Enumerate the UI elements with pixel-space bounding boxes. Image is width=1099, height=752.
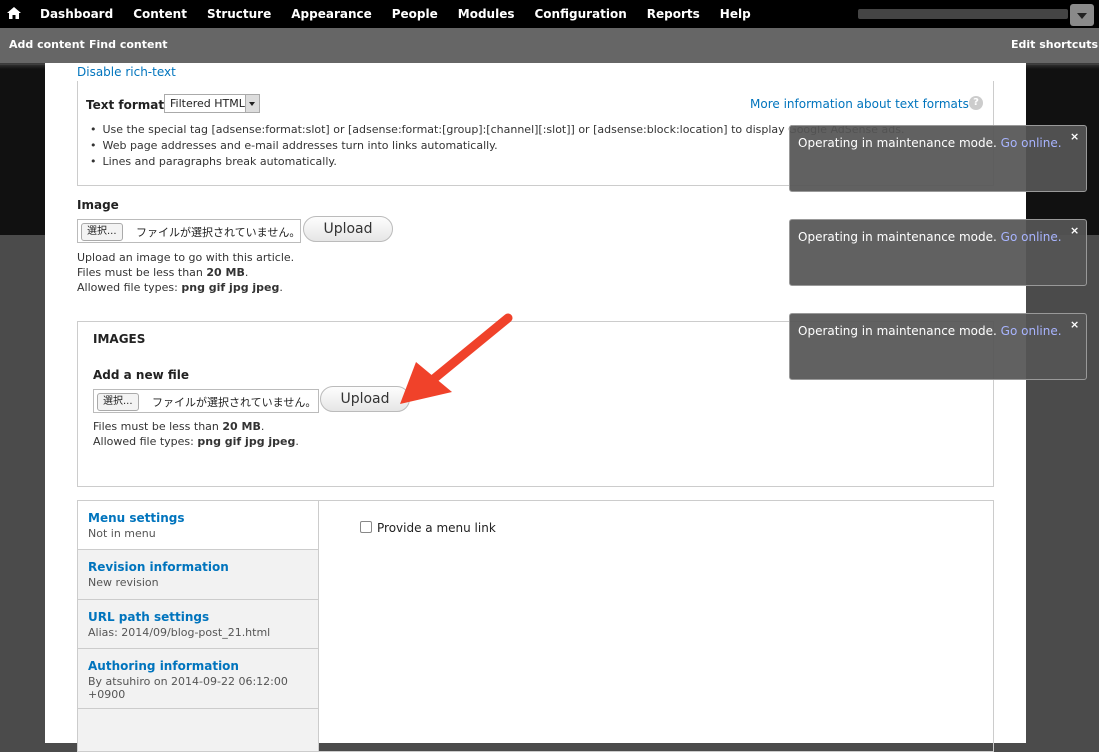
- filter-tip: Lines and paragraphs break automatically…: [90, 155, 904, 168]
- add-new-file-label: Add a new file: [93, 368, 190, 382]
- menu-appearance[interactable]: Appearance: [291, 7, 372, 21]
- go-online-link[interactable]: Go online.: [1001, 136, 1062, 150]
- filter-tip: Use the special tag [adsense:format:slot…: [90, 123, 905, 136]
- maintenance-notification: Operating in maintenance mode. Go online…: [789, 219, 1087, 286]
- text-format-label: Text format: [86, 98, 165, 112]
- image-description-text: Upload an image to go with this article.: [77, 251, 295, 264]
- image-field-label: Image: [77, 198, 119, 212]
- no-file-chosen-text: ファイルが選択されていません。: [152, 396, 317, 409]
- menu-dashboard[interactable]: Dashboard: [40, 7, 113, 21]
- images-field-description: Files must be less than 20 MB. Allowed f…: [93, 419, 299, 449]
- notification-message: Operating in maintenance mode. Go online…: [798, 230, 1062, 244]
- tab-title: Menu settings: [88, 511, 185, 525]
- menu-people[interactable]: People: [392, 7, 438, 21]
- tab-title: URL path settings: [88, 610, 210, 624]
- home-icon[interactable]: [6, 5, 22, 21]
- shortcut-bar: Add content Find content Edit shortcuts: [0, 28, 1099, 69]
- image-allowed-types: Allowed file types: png gif jpg jpeg.: [77, 281, 283, 294]
- images-file-input[interactable]: 選択... ファイルが選択されていません。: [93, 389, 319, 413]
- go-online-link[interactable]: Go online.: [1001, 324, 1062, 338]
- images-size-limit: Files must be less than 20 MB.: [93, 420, 265, 433]
- images-allowed-types: Allowed file types: png gif jpg jpeg.: [93, 435, 299, 448]
- menu-help[interactable]: Help: [720, 7, 751, 21]
- image-file-input[interactable]: 選択... ファイルが選択されていません。: [77, 219, 301, 243]
- tab-title: Revision information: [88, 560, 229, 574]
- notification-message: Operating in maintenance mode. Go online…: [798, 324, 1062, 338]
- tab-title: Authoring information: [88, 659, 239, 673]
- tab-summary: By atsuhiro on 2014-09-22 06:12:00 +0900: [88, 675, 288, 701]
- tab-summary: Not in menu: [88, 527, 156, 540]
- tab-menu-settings[interactable]: Menu settings Not in menu: [78, 501, 318, 550]
- image-size-limit: Files must be less than 20 MB.: [77, 266, 249, 279]
- admin-toolbar: Dashboard Content Structure Appearance P…: [0, 0, 1099, 28]
- filter-tip: Web page addresses and e-mail addresses …: [90, 139, 904, 152]
- vertical-tabs-list: Menu settings Not in menu Revision infor…: [78, 501, 319, 751]
- tab-revision-information[interactable]: Revision information New revision: [78, 550, 318, 600]
- checkbox-icon[interactable]: [360, 521, 372, 533]
- menu-content[interactable]: Content: [133, 7, 187, 21]
- images-fieldset-title: IMAGES: [93, 332, 146, 346]
- disable-rich-text-link[interactable]: Disable rich-text: [77, 65, 176, 79]
- choose-file-button[interactable]: 選択...: [97, 393, 139, 411]
- tab-summary: New revision: [88, 576, 159, 589]
- vertical-tabs: Menu settings Not in menu Revision infor…: [77, 500, 994, 752]
- maintenance-notification: Operating in maintenance mode. Go online…: [789, 313, 1087, 380]
- choose-file-button[interactable]: 選択...: [81, 223, 123, 241]
- menu-reports[interactable]: Reports: [647, 7, 700, 21]
- shortcut-find-content[interactable]: Find content: [89, 38, 168, 51]
- chevron-down-icon: [245, 95, 259, 112]
- filter-tips: Use the special tag [adsense:format:slot…: [90, 123, 905, 171]
- more-info-text-formats-link[interactable]: More information about text formats: [750, 97, 969, 111]
- go-online-link[interactable]: Go online.: [1001, 230, 1062, 244]
- help-icon[interactable]: ?: [969, 96, 983, 110]
- menu-modules[interactable]: Modules: [458, 7, 515, 21]
- close-icon[interactable]: ×: [1070, 224, 1079, 237]
- tab-summary: Alias: 2014/09/blog-post_21.html: [88, 626, 271, 639]
- text-format-select[interactable]: Filtered HTML: [164, 94, 260, 113]
- tab-authoring-information[interactable]: Authoring information By atsuhiro on 201…: [78, 649, 318, 709]
- image-upload-button[interactable]: Upload: [303, 216, 393, 242]
- text-format-value: Filtered HTML: [170, 97, 245, 110]
- image-field-description: Upload an image to go with this article.…: [77, 250, 294, 295]
- close-icon[interactable]: ×: [1070, 318, 1079, 331]
- edit-shortcuts-link[interactable]: Edit shortcuts: [1011, 38, 1098, 51]
- provide-menu-link-checkbox[interactable]: Provide a menu link: [360, 521, 496, 535]
- menu-configuration[interactable]: Configuration: [535, 7, 627, 21]
- user-account-redacted: [858, 9, 1068, 19]
- shortcuts-toggle-button[interactable]: [1070, 4, 1094, 26]
- menu-structure[interactable]: Structure: [207, 7, 271, 21]
- annotation-arrow-icon: [400, 313, 513, 404]
- provide-menu-link-label: Provide a menu link: [377, 521, 496, 535]
- admin-menu: Dashboard Content Structure Appearance P…: [40, 0, 771, 28]
- maintenance-notification: Operating in maintenance mode. Go online…: [789, 125, 1087, 192]
- close-icon[interactable]: ×: [1070, 130, 1079, 143]
- notification-message: Operating in maintenance mode. Go online…: [798, 136, 1062, 150]
- shortcut-add-content[interactable]: Add content: [9, 38, 85, 51]
- tab-url-path-settings[interactable]: URL path settings Alias: 2014/09/blog-po…: [78, 600, 318, 649]
- no-file-chosen-text: ファイルが選択されていません。: [136, 226, 301, 239]
